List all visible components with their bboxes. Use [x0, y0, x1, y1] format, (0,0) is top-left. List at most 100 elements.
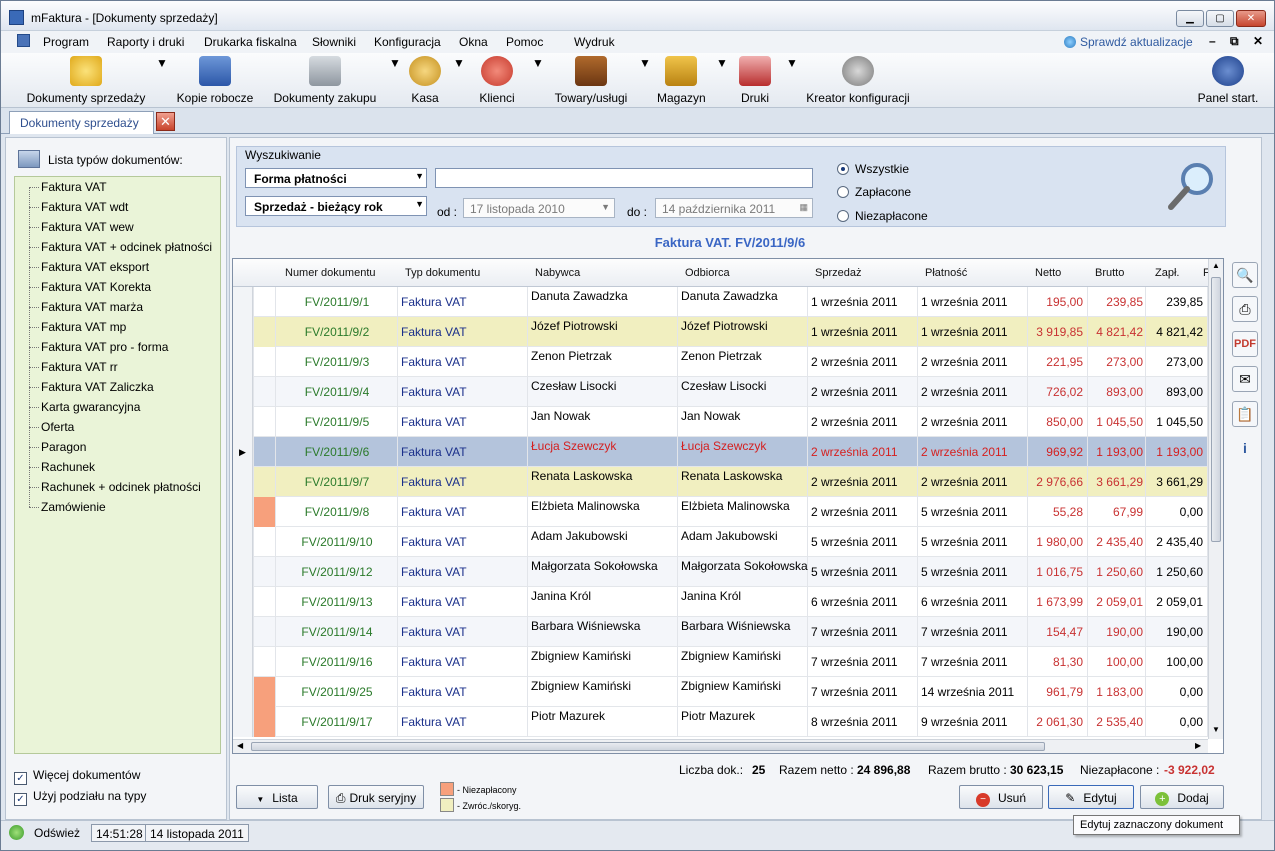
table-row[interactable]: FV/2011/9/4 Faktura VAT Czesław Lisocki Cze… [233, 377, 1208, 407]
table-row[interactable]: ▶ FV/2011/9/6 Faktura VAT Łucja Szewczyk Łuc… [233, 437, 1208, 467]
col-recipient[interactable]: Odbiorca [685, 267, 730, 279]
col-netto[interactable]: Netto [1035, 267, 1061, 279]
cash-button[interactable]: Kasa [405, 56, 445, 106]
tree-item[interactable]: Faktura VAT [41, 180, 107, 194]
row-indicator[interactable] [233, 347, 253, 377]
table-row[interactable]: FV/2011/9/14 Faktura VAT Barbara Wiśniewsk… [233, 617, 1208, 647]
clients-button[interactable]: Klienci [475, 56, 519, 106]
split-types-checkbox[interactable]: ✓ Użyj podziału na typy [14, 789, 146, 806]
vertical-scroll-thumb[interactable] [1211, 277, 1221, 542]
goods-services-dropdown[interactable]: ▼ [639, 56, 651, 106]
radio-paid[interactable]: Zapłacone [837, 185, 911, 199]
clients-dropdown[interactable]: ▼ [532, 56, 544, 106]
warehouse-dropdown[interactable]: ▼ [716, 56, 728, 106]
col-type[interactable]: Typ dokumentu [405, 267, 480, 279]
row-indicator[interactable] [233, 527, 253, 557]
tree-item[interactable]: Oferta [41, 420, 74, 434]
forms-button[interactable]: Druki [737, 56, 773, 106]
tree-item[interactable]: Faktura VAT wdt [41, 200, 128, 214]
goods-services-button[interactable]: Towary/usługi [551, 56, 631, 106]
row-indicator[interactable] [233, 377, 253, 407]
menu-windows[interactable]: Okna [459, 35, 488, 49]
info-icon[interactable]: i [1232, 436, 1258, 462]
cash-dropdown[interactable]: ▼ [453, 56, 465, 106]
search-icon[interactable]: 🔍 [1232, 262, 1258, 288]
menu-configuration[interactable]: Konfiguracja [374, 35, 441, 49]
scroll-up-icon[interactable]: ▲ [1212, 261, 1220, 270]
scroll-down-icon[interactable]: ▼ [1212, 725, 1220, 734]
menu-print[interactable]: Wydruk [574, 35, 615, 49]
search-input[interactable] [435, 168, 813, 188]
menu-help[interactable]: Pomoc [506, 35, 543, 49]
row-indicator[interactable] [233, 647, 253, 677]
tree-item[interactable]: Faktura VAT eksport [41, 260, 149, 274]
tree-item[interactable]: Faktura VAT mp [41, 320, 126, 334]
period-select[interactable]: Sprzedaż - bieżący rok ▼ [245, 196, 427, 216]
row-indicator[interactable] [233, 617, 253, 647]
col-payment-date[interactable]: Płatność [925, 267, 967, 279]
table-row[interactable]: FV/2011/9/3 Faktura VAT Zenon Pietrzak Zeno… [233, 347, 1208, 377]
pdf-icon[interactable]: PDF [1232, 331, 1258, 357]
radio-all[interactable]: Wszystkie [837, 162, 909, 176]
delete-button[interactable]: − Usuń [959, 785, 1043, 809]
purchase-documents-dropdown[interactable]: ▼ [389, 56, 401, 106]
table-row[interactable]: FV/2011/9/8 Faktura VAT Elżbieta Malinowsk… [233, 497, 1208, 527]
tree-item[interactable]: Faktura VAT marża [41, 300, 143, 314]
table-row[interactable]: FV/2011/9/17 Faktura VAT Piotr Mazurek Piot… [233, 707, 1208, 737]
tab-sales-documents[interactable]: Dokumenty sprzedaży [9, 111, 154, 134]
vertical-scrollbar[interactable]: ▲ ▼ [1208, 259, 1223, 739]
menu-reports[interactable]: Raporty i druki [107, 35, 184, 49]
sales-documents-dropdown[interactable]: ▼ [156, 56, 168, 106]
table-row[interactable]: FV/2011/9/13 Faktura VAT Janina Król Janina… [233, 587, 1208, 617]
mdi-close-button[interactable]: ✕ [1253, 34, 1263, 48]
tree-item[interactable]: Faktura VAT wew [41, 220, 134, 234]
tree-item[interactable]: Zamówienie [41, 500, 106, 514]
add-button[interactable]: + Dodaj [1140, 785, 1224, 809]
list-button[interactable]: ▼ Lista [236, 785, 318, 809]
tree-item[interactable]: Paragon [41, 440, 86, 454]
serial-print-button[interactable]: ⎙ Druk seryjny [328, 785, 424, 809]
row-indicator[interactable] [233, 287, 253, 317]
table-row[interactable]: FV/2011/9/7 Faktura VAT Renata Laskowska Re… [233, 467, 1208, 497]
clipboard-icon[interactable]: 📋 [1232, 401, 1258, 427]
tree-item[interactable]: Karta gwarancyjna [41, 400, 140, 414]
mdi-minimize-button[interactable]: – [1209, 34, 1216, 48]
table-row[interactable]: FV/2011/9/25 Faktura VAT Zbigniew Kamiński… [233, 677, 1208, 707]
menu-dictionaries[interactable]: Słowniki [312, 35, 356, 49]
refresh-icon[interactable] [9, 825, 24, 840]
table-row[interactable]: FV/2011/9/12 Faktura VAT Małgorzata Sokoło… [233, 557, 1208, 587]
row-indicator[interactable] [233, 707, 253, 737]
payment-form-select[interactable]: Forma płatności ▼ [245, 168, 427, 188]
row-indicator[interactable] [233, 677, 253, 707]
tree-item[interactable]: Faktura VAT pro - forma [41, 340, 168, 354]
close-tab-icon[interactable]: ✕ [156, 112, 175, 131]
row-indicator[interactable] [233, 557, 253, 587]
forms-dropdown[interactable]: ▼ [786, 56, 798, 106]
scroll-right-icon[interactable]: ▶ [1195, 741, 1201, 750]
tree-item[interactable]: Faktura VAT Zaliczka [41, 380, 154, 394]
col-buyer[interactable]: Nabywca [535, 267, 580, 279]
scroll-left-icon[interactable]: ◀ [237, 741, 243, 750]
start-panel-button[interactable]: Panel start. [1195, 56, 1261, 106]
more-documents-checkbox[interactable]: ✓ Więcej dokumentów [14, 768, 140, 785]
from-date-picker[interactable]: 17 listopada 2010 ▼ [463, 198, 615, 218]
document-menu-icon[interactable] [17, 34, 30, 47]
warehouse-button[interactable]: Magazyn [657, 56, 706, 106]
table-row[interactable]: FV/2011/9/1 Faktura VAT Danuta Zawadzka Dan… [233, 287, 1208, 317]
drafts-button[interactable]: Kopie robocze [175, 56, 255, 106]
tree-item[interactable]: Faktura VAT rr [41, 360, 118, 374]
printer-icon[interactable]: ⎙ [1232, 296, 1258, 322]
row-indicator[interactable]: ▶ [233, 437, 253, 467]
check-updates-link[interactable]: Sprawdź aktualizacje [1064, 35, 1193, 49]
row-indicator[interactable] [233, 497, 253, 527]
col-paid[interactable]: Zapł. [1155, 267, 1179, 279]
row-indicator[interactable] [233, 467, 253, 497]
mdi-restore-button[interactable]: ⧉ [1230, 34, 1239, 49]
refresh-label[interactable]: Odśwież [34, 826, 80, 840]
envelope-icon[interactable]: ✉ [1232, 366, 1258, 392]
sales-documents-button[interactable]: Dokumenty sprzedaży [25, 56, 147, 106]
minimize-button[interactable]: ▁ [1176, 10, 1204, 27]
table-row[interactable]: FV/2011/9/2 Faktura VAT Józef Piotrowski Jó… [233, 317, 1208, 347]
col-number[interactable]: Numer dokumentu [285, 267, 376, 279]
radio-unpaid[interactable]: Niezapłacone [837, 209, 928, 223]
